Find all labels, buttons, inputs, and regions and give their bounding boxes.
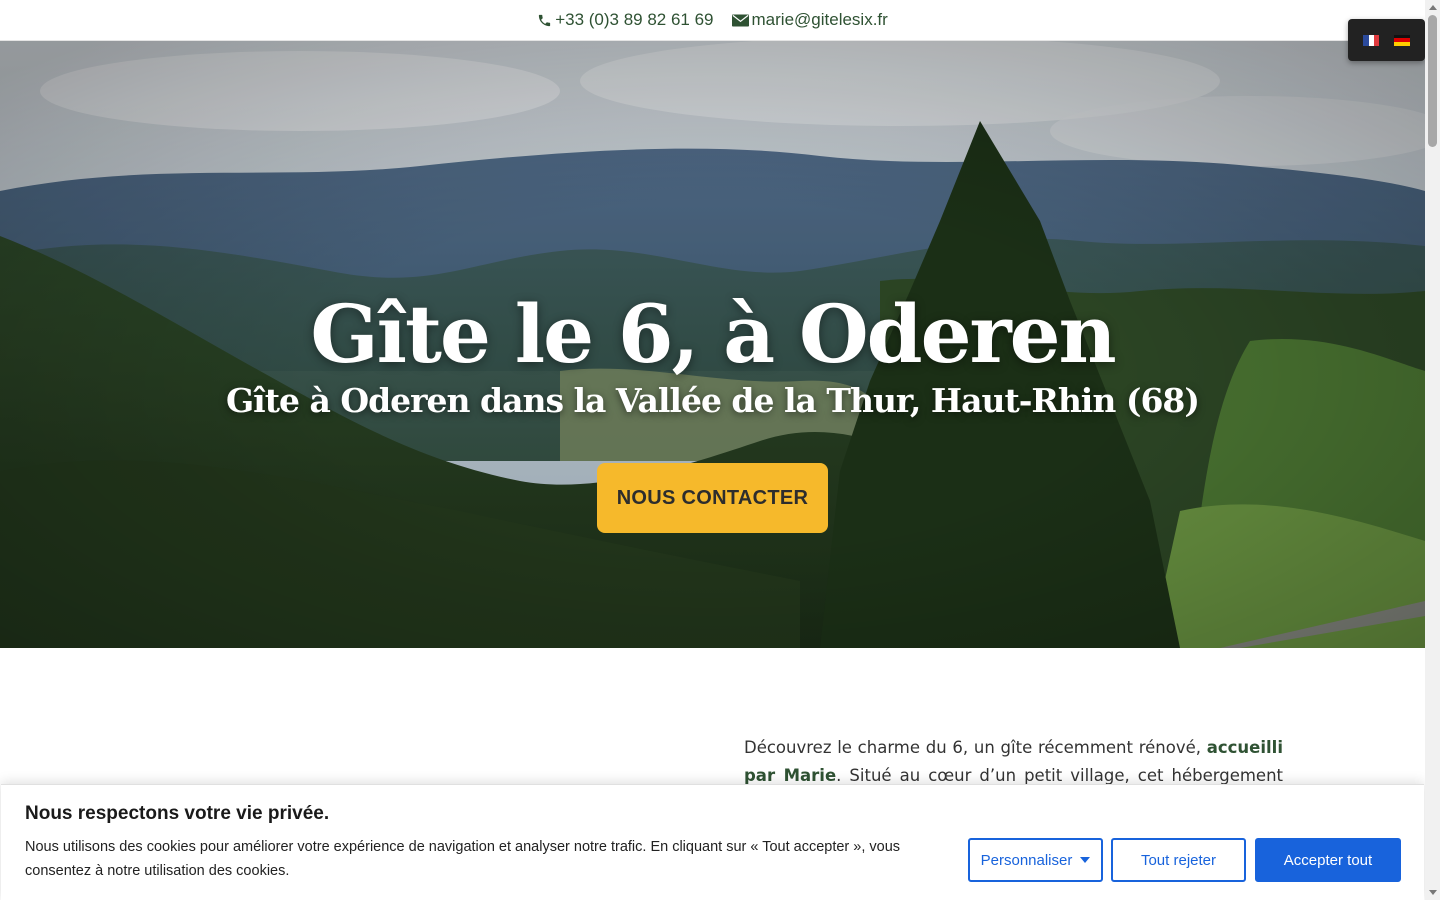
reject-all-button[interactable]: Tout rejeter: [1111, 838, 1246, 882]
accept-all-button[interactable]: Accepter tout: [1255, 838, 1401, 882]
scrollbar-thumb[interactable]: [1428, 15, 1437, 147]
top-contact-bar: +33 (0)3 89 82 61 69 marie@gitelesix.fr: [0, 0, 1425, 41]
cookie-banner: Nous respectons votre vie privée. Nous u…: [1, 784, 1424, 900]
scroll-down-arrow-icon[interactable]: [1429, 890, 1437, 895]
caret-down-icon: [1080, 857, 1091, 863]
scroll-up-arrow-icon[interactable]: [1429, 5, 1437, 10]
email-address: marie@gitelesix.fr: [751, 10, 888, 29]
flag-fr-icon[interactable]: [1363, 34, 1380, 46]
language-switcher: [1348, 19, 1425, 61]
customize-button[interactable]: Personnaliser: [968, 838, 1103, 882]
contact-button[interactable]: NOUS CONTACTER: [597, 463, 828, 533]
phone-icon: [537, 13, 552, 28]
page-scrollbar[interactable]: [1425, 0, 1440, 900]
cookie-description: Nous utilisons des cookies pour améliore…: [25, 839, 901, 879]
customize-label: Personnaliser: [980, 851, 1073, 869]
flag-de-icon[interactable]: [1393, 34, 1410, 46]
envelope-icon: [731, 14, 749, 27]
cookie-title: Nous respectons votre vie privée.: [25, 803, 330, 824]
email-link[interactable]: marie@gitelesix.fr: [731, 10, 888, 30]
phone-number: +33 (0)3 89 82 61 69: [555, 10, 714, 29]
hero-subtitle: Gîte à Oderen dans la Vallée de la Thur,…: [226, 381, 1200, 420]
phone-link[interactable]: +33 (0)3 89 82 61 69: [537, 10, 714, 30]
hero-section: Gîte le 6, à Oderen Gîte à Oderen dans l…: [0, 41, 1425, 648]
hero-title: Gîte le 6, à Oderen: [310, 287, 1116, 381]
intro-text-1: Découvrez le charme du 6, un gîte récemm…: [744, 738, 1207, 757]
